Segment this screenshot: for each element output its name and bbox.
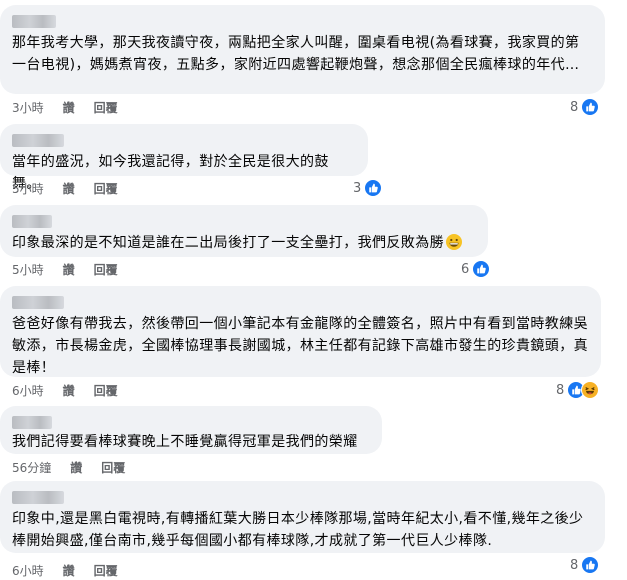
like-button[interactable]: 讚	[63, 383, 75, 399]
comment-meta: 3小時 讚 回覆	[12, 100, 137, 116]
comment-bubble: 印象中,還是黑白電視時,有轉播紅葉大勝日本少棒隊那場,當時年紀太小,看不懂,幾年…	[0, 481, 605, 553]
author-name-redacted[interactable]	[12, 134, 64, 147]
reaction-summary[interactable]: 3	[353, 179, 383, 197]
author-name-redacted[interactable]	[12, 491, 64, 504]
author-name-redacted[interactable]	[12, 15, 56, 28]
reaction-count: 8	[570, 557, 579, 573]
reply-button[interactable]: 回覆	[94, 262, 118, 278]
like-icon	[364, 179, 383, 197]
like-icon	[472, 260, 491, 278]
like-button[interactable]: 讚	[63, 262, 75, 278]
comment-meta: 6小時 讚 回覆	[12, 383, 137, 399]
comment-bubble: 那年我考大學，那天我夜讀守夜，兩點把全家人叫醒，圍桌看电視(為看球賽，我家買的第…	[0, 5, 605, 94]
reply-button[interactable]: 回覆	[94, 181, 118, 197]
timestamp[interactable]: 6小時	[12, 563, 44, 579]
comment-bubble: 當年的盛況，如今我還記得，對於全民是很大的鼓舞。	[0, 124, 368, 192]
reaction-summary[interactable]: 8	[570, 98, 600, 116]
comment-bubble: 我們記得要看棒球賽晚上不睡覺贏得冠軍是我們的榮耀	[0, 406, 382, 454]
timestamp[interactable]: 56分鐘	[12, 460, 51, 476]
reply-button[interactable]: 回覆	[94, 383, 118, 399]
author-name-redacted[interactable]	[12, 215, 52, 228]
timestamp[interactable]: 5小時	[12, 181, 44, 197]
comment-bubble: 印象最深的是不知道是誰在二出局後打了一支全壘打，我們反敗為勝	[0, 205, 488, 257]
like-button[interactable]: 讚	[70, 460, 82, 476]
comment-meta: 5小時 讚 回覆	[12, 181, 137, 197]
comment-text: 印象最深的是不知道是誰在二出局後打了一支全壘打，我們反敗為勝	[12, 232, 476, 254]
reaction-summary[interactable]: 8	[556, 381, 600, 399]
reply-button[interactable]: 回覆	[101, 460, 125, 476]
reply-button[interactable]: 回覆	[94, 100, 118, 116]
comment-text: 那年我考大學，那天我夜讀守夜，兩點把全家人叫醒，圍桌看电視(為看球賽，我家買的第…	[12, 35, 580, 73]
timestamp[interactable]: 5小時	[12, 262, 44, 278]
author-name-redacted[interactable]	[12, 296, 64, 309]
haha-icon	[581, 381, 600, 399]
reaction-count: 8	[556, 382, 565, 398]
timestamp[interactable]: 6小時	[12, 383, 44, 399]
reaction-count: 3	[353, 180, 362, 196]
reaction-count: 6	[461, 261, 470, 277]
comment-meta: 6小時 讚 回覆	[12, 563, 137, 579]
comment-meta: 5小時 讚 回覆	[12, 262, 137, 278]
reply-button[interactable]: 回覆	[94, 563, 118, 579]
comment-meta: 56分鐘 讚 回覆	[12, 460, 144, 476]
reaction-summary[interactable]: 6	[461, 260, 491, 278]
like-button[interactable]: 讚	[63, 563, 75, 579]
timestamp[interactable]: 3小時	[12, 100, 44, 116]
like-icon	[581, 556, 600, 574]
author-name-redacted[interactable]	[12, 416, 52, 429]
comment-text: 我們記得要看棒球賽晚上不睡覺贏得冠軍是我們的榮耀	[12, 434, 358, 450]
comment-bubble: 爸爸好像有帶我去，然後帶回一個小筆記本有金龍隊的全體簽名，照片中有看到當時教練吳…	[0, 286, 601, 377]
comment-text: 印象中,還是黑白電視時,有轉播紅葉大勝日本少棒隊那場,當時年紀太小,看不懂,幾年…	[12, 511, 584, 549]
comment-text: 爸爸好像有帶我去，然後帶回一個小筆記本有金龍隊的全體簽名，照片中有看到當時教練吳…	[12, 316, 588, 376]
reaction-count: 8	[570, 99, 579, 115]
grinning-face-icon	[446, 234, 462, 250]
like-button[interactable]: 讚	[63, 100, 75, 116]
reaction-summary[interactable]: 8	[570, 556, 600, 574]
like-icon	[581, 98, 600, 116]
like-button[interactable]: 讚	[63, 181, 75, 197]
